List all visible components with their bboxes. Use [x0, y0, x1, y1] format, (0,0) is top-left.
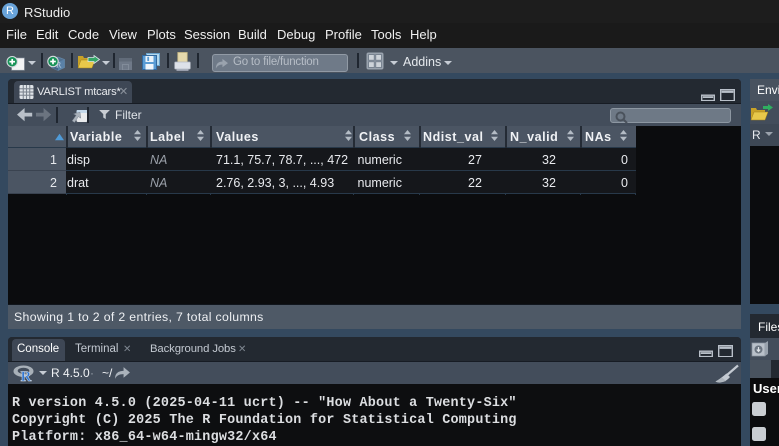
- svg-text:R: R: [21, 369, 32, 382]
